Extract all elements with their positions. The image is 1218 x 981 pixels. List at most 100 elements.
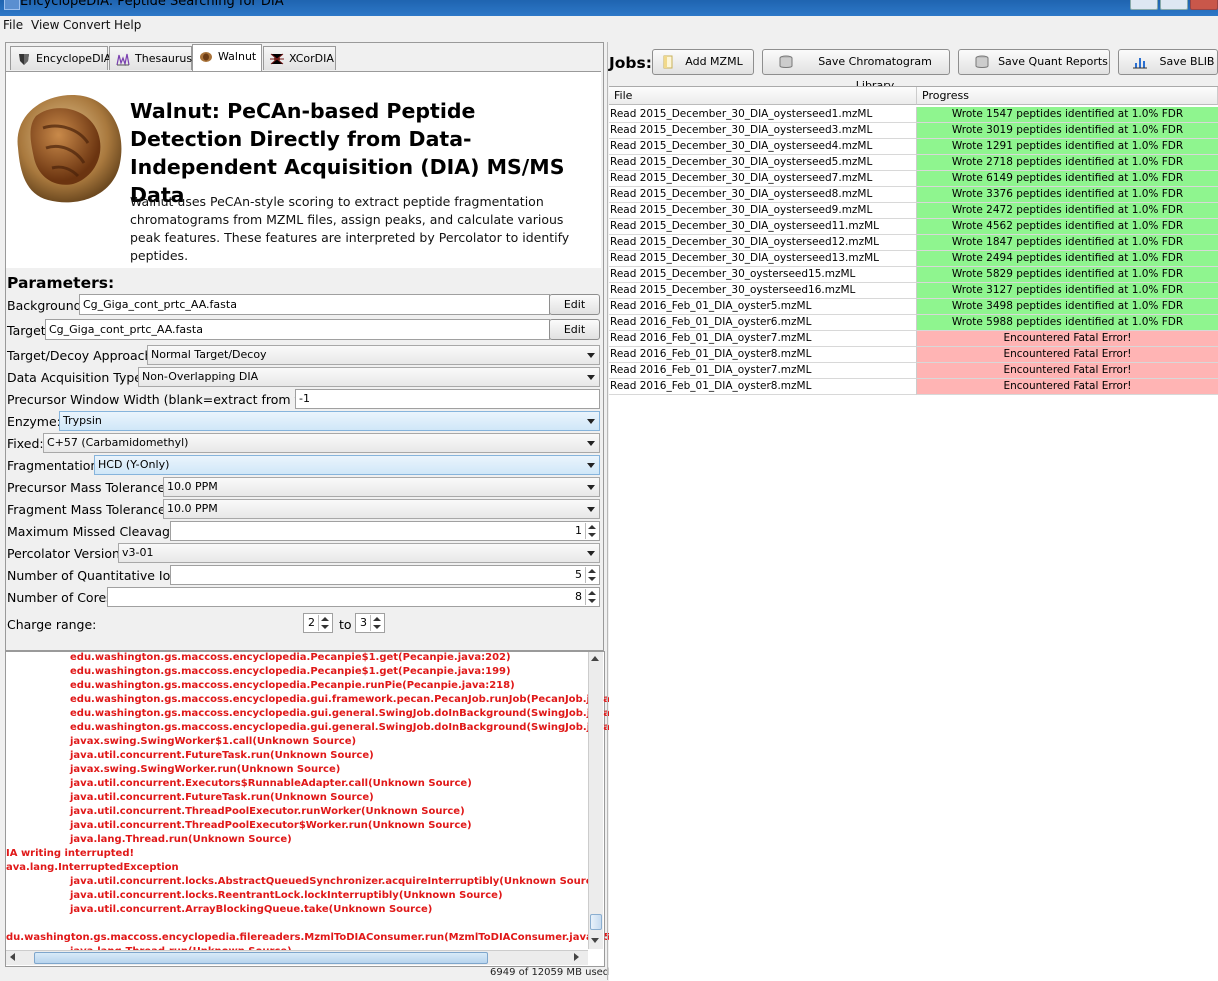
approach-select[interactable]: Normal Target/Decoy [147, 345, 600, 365]
add-file-icon [663, 55, 673, 69]
maximize-button[interactable] [1160, 0, 1188, 10]
log-line: IA writing interrupted! [6, 848, 135, 859]
column-header-progress[interactable]: Progress [917, 87, 1218, 105]
job-file-cell: Read 2015_December_30_DIA_oysterseed1.mz… [609, 107, 917, 123]
job-file-cell: Read 2015_December_30_DIA_oysterseed8.mz… [609, 187, 917, 203]
fixed-value: C+57 (Carbamidomethyl) [47, 436, 189, 449]
save-blib-button[interactable]: Save BLIB [1118, 49, 1218, 75]
frag-tol-select[interactable]: 10.0 PPM [163, 499, 600, 519]
background-edit-button[interactable]: Edit [549, 294, 600, 315]
table-row[interactable]: Read 2015_December_30_DIA_oysterseed5.mz… [609, 155, 1218, 171]
table-row[interactable]: Read 2016_Feb_01_DIA_oyster8.mzML Encount… [609, 347, 1218, 363]
close-button[interactable] [1190, 0, 1218, 10]
log-line: edu.washington.gs.maccoss.encyclopedia.P… [70, 652, 511, 663]
minimize-button[interactable] [1130, 0, 1158, 10]
frag-select[interactable]: HCD (Y-Only) [94, 455, 600, 475]
tab-thesaurus[interactable]: Thesaurus [109, 46, 192, 70]
job-progress-cell: Wrote 1847 peptides identified at 1.0% F… [917, 235, 1218, 251]
table-row[interactable]: Read 2015_December_30_oysterseed15.mzML W… [609, 267, 1218, 283]
approach-value: Normal Target/Decoy [151, 348, 267, 361]
log-line: javax.swing.SwingWorker$1.call(Unknown S… [70, 736, 357, 747]
log-line: java.util.concurrent.FutureTask.run(Unkn… [70, 792, 374, 803]
acq-select[interactable]: Non-Overlapping DIA [138, 367, 600, 387]
menu-file[interactable]: File [3, 18, 23, 32]
menu-convert[interactable]: Convert [63, 18, 110, 32]
perc-select[interactable]: v3-01 [118, 543, 600, 563]
memory-usage: 6949 of 12059 MB used [490, 967, 610, 978]
spinner-arrows-icon[interactable] [370, 615, 383, 631]
walnut-image [17, 95, 122, 203]
tab-encyclopedia[interactable]: EncyclopeDIA [10, 46, 111, 70]
table-row[interactable]: Read 2015_December_30_DIA_oysterseed8.mz… [609, 187, 1218, 203]
job-progress-cell: Wrote 3127 peptides identified at 1.0% F… [917, 283, 1218, 299]
table-row[interactable]: Read 2016_Feb_01_DIA_oyster8.mzML Encount… [609, 379, 1218, 395]
save-quant-reports-button[interactable]: Save Quant Reports [958, 49, 1110, 75]
job-progress-cell: Encountered Fatal Error! [917, 363, 1218, 379]
enzyme-select[interactable]: Trypsin [59, 411, 600, 431]
add-mzml-button[interactable]: Add MZML [652, 49, 754, 75]
spinner-arrows-icon[interactable] [318, 615, 331, 631]
tab-walnut[interactable]: Walnut [192, 44, 262, 71]
log-line: java.util.concurrent.locks.ReentrantLock… [70, 890, 503, 901]
perc-value: v3-01 [122, 546, 154, 559]
title-bar: EncyclopeDIA: Peptide Searching for DIA [0, 0, 1218, 16]
table-row[interactable]: Read 2015_December_30_DIA_oysterseed3.mz… [609, 123, 1218, 139]
spinner-arrows-icon[interactable] [585, 567, 598, 583]
log-line: du.washington.gs.maccoss.encyclopedia.fi… [6, 932, 616, 943]
column-header-file[interactable]: File [609, 87, 917, 105]
job-file-cell: Read 2016_Feb_01_DIA_oyster5.mzML [609, 299, 917, 315]
scroll-up-icon[interactable] [591, 656, 599, 661]
log-line: edu.washington.gs.maccoss.encyclopedia.g… [70, 708, 633, 719]
charge-min-spinner[interactable]: 2 [303, 613, 333, 633]
prec-tol-select[interactable]: 10.0 PPM [163, 477, 600, 497]
table-row[interactable]: Read 2016_Feb_01_DIA_oyster6.mzML Wrote 5… [609, 315, 1218, 331]
enzyme-label: Enzyme: [7, 414, 61, 429]
tool-description: Walnut uses PeCAn-style scoring to extra… [130, 194, 570, 263]
background-field[interactable]: Cg_Giga_cont_prtc_AA.fasta [79, 294, 550, 315]
chevron-down-icon [587, 419, 595, 424]
table-row[interactable]: Read 2015_December_30_DIA_oysterseed13.m… [609, 251, 1218, 267]
button-label: Add MZML [685, 55, 743, 68]
target-edit-button[interactable]: Edit [549, 319, 600, 340]
chevron-down-icon [587, 441, 595, 446]
table-row[interactable]: Read 2015_December_30_DIA_oysterseed1.mz… [609, 107, 1218, 123]
log-vertical-scroll-thumb[interactable] [590, 914, 602, 930]
frag-value: HCD (Y-Only) [98, 458, 170, 471]
save-chromatogram-library-button[interactable]: Save Chromatogram Library [762, 49, 950, 92]
table-row[interactable]: Read 2016_Feb_01_DIA_oyster7.mzML Encount… [609, 363, 1218, 379]
menu-help[interactable]: Help [114, 18, 141, 32]
menu-view[interactable]: View [31, 18, 59, 32]
scroll-right-icon[interactable] [574, 953, 579, 961]
fixed-select[interactable]: C+57 (Carbamidomethyl) [43, 433, 600, 453]
spinner-arrows-icon[interactable] [585, 523, 598, 539]
window-field[interactable]: -1 [295, 389, 600, 409]
table-row[interactable]: Read 2015_December_30_oysterseed16.mzML W… [609, 283, 1218, 299]
scroll-left-icon[interactable] [10, 953, 15, 961]
splitter[interactable] [607, 42, 608, 980]
cores-spinner[interactable]: 8 [107, 587, 600, 607]
log-vertical-scrollbar[interactable] [588, 652, 603, 949]
job-progress-cell: Encountered Fatal Error! [917, 379, 1218, 395]
job-progress-cell: Wrote 3498 peptides identified at 1.0% F… [917, 299, 1218, 315]
table-row[interactable]: Read 2015_December_30_DIA_oysterseed7.mz… [609, 171, 1218, 187]
missed-spinner[interactable]: 1 [170, 521, 600, 541]
chart-icon [116, 53, 130, 66]
table-row[interactable]: Read 2015_December_30_DIA_oysterseed11.m… [609, 219, 1218, 235]
quant-value: 5 [575, 568, 582, 581]
job-file-cell: Read 2015_December_30_DIA_oysterseed13.m… [609, 251, 917, 267]
charge-max-spinner[interactable]: 3 [355, 613, 385, 633]
tab-label: Thesaurus [135, 52, 193, 65]
target-field[interactable]: Cg_Giga_cont_prtc_AA.fasta [45, 319, 550, 340]
scroll-down-icon[interactable] [591, 938, 599, 943]
table-row[interactable]: Read 2015_December_30_DIA_oysterseed9.mz… [609, 203, 1218, 219]
quant-spinner[interactable]: 5 [170, 565, 600, 585]
log-horizontal-scroll-thumb[interactable] [34, 952, 488, 964]
log-line: edu.washington.gs.maccoss.encyclopedia.P… [70, 666, 511, 677]
table-row[interactable]: Read 2016_Feb_01_DIA_oyster5.mzML Wrote 3… [609, 299, 1218, 315]
table-row[interactable]: Read 2016_Feb_01_DIA_oyster7.mzML Encount… [609, 331, 1218, 347]
table-row[interactable]: Read 2015_December_30_DIA_oysterseed12.m… [609, 235, 1218, 251]
tab-xcordia[interactable]: XCorDIA [263, 46, 336, 70]
spinner-arrows-icon[interactable] [585, 589, 598, 605]
table-row[interactable]: Read 2015_December_30_DIA_oysterseed4.mz… [609, 139, 1218, 155]
chevron-down-icon [587, 375, 595, 380]
